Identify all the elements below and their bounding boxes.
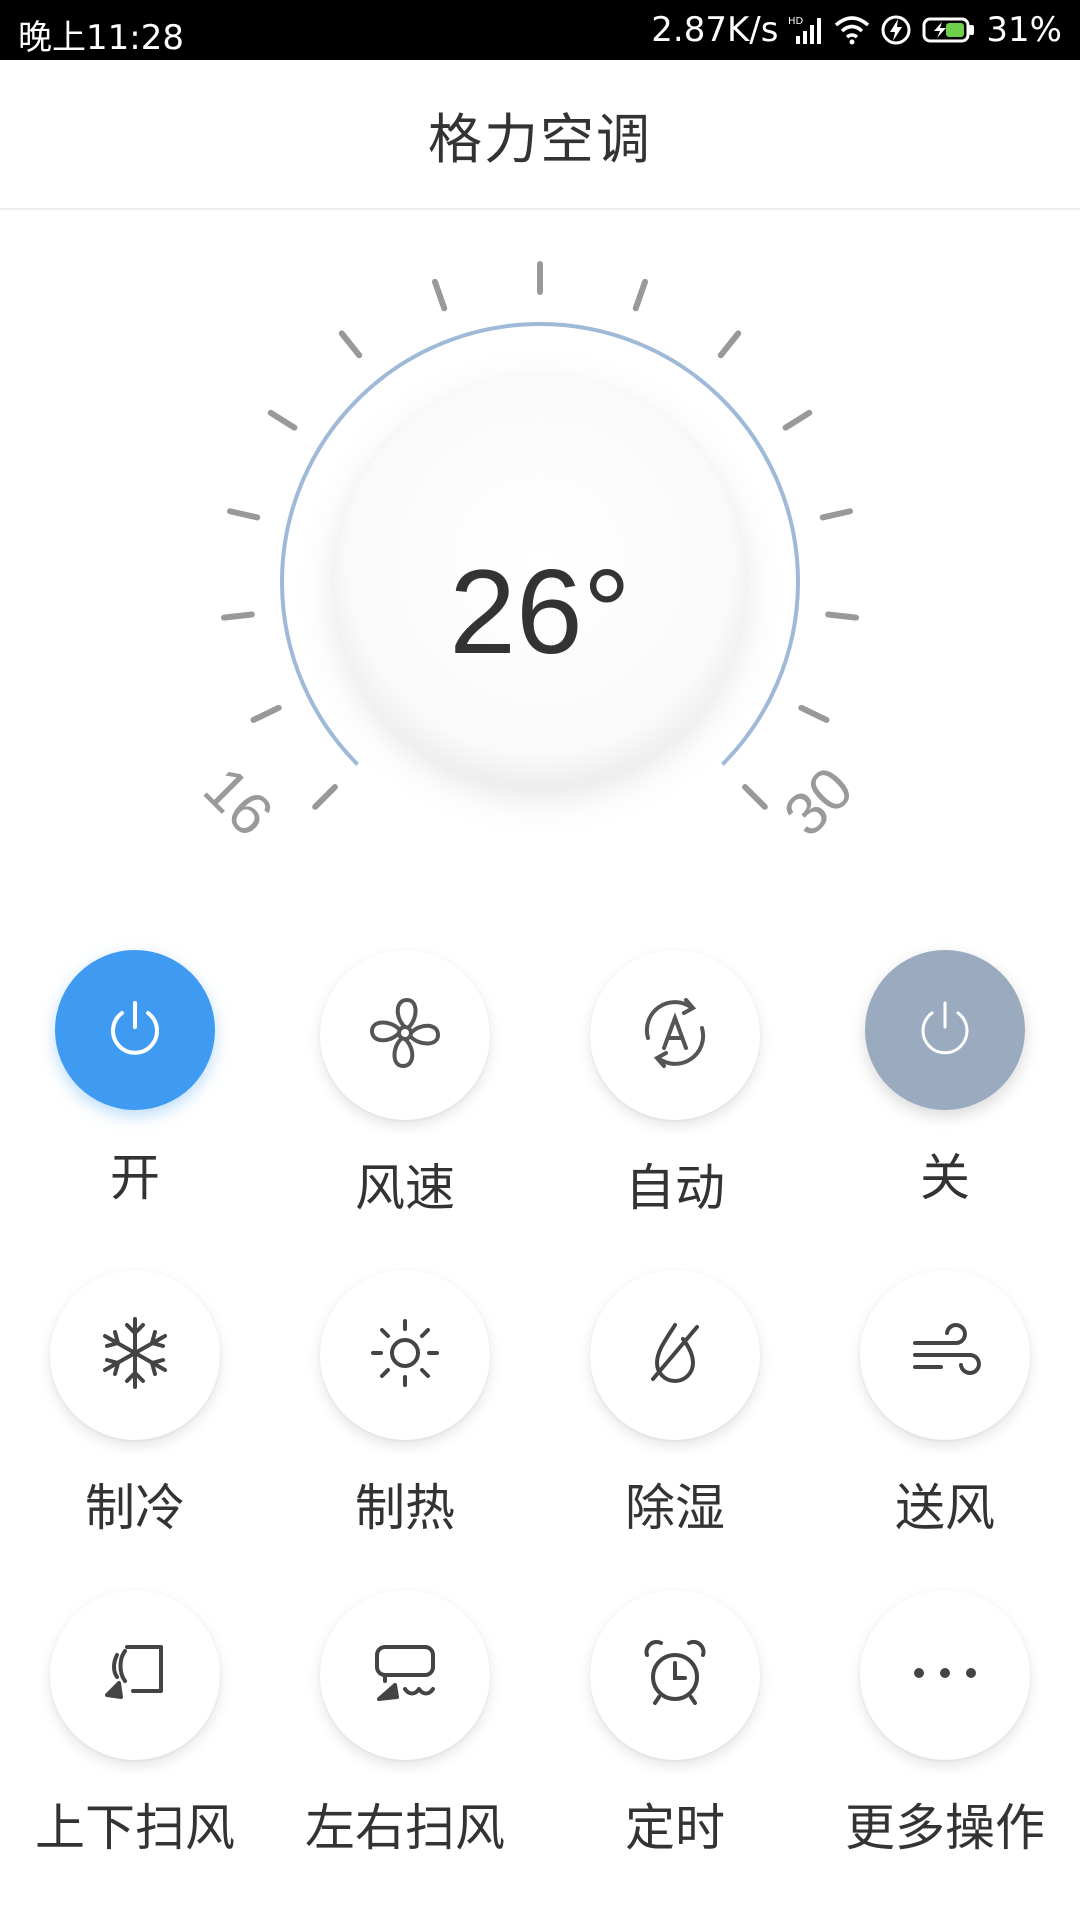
- horizontal-swing-circle: [320, 1590, 490, 1760]
- dial-tick: [431, 278, 448, 312]
- timer-circle: [590, 1590, 760, 1760]
- remote-control-screen: 晚上11:28 2.87K/s HD 31% 格力空调 26° 16 30 开 …: [0, 0, 1080, 1920]
- more-actions-button[interactable]: 更多操作: [810, 1590, 1080, 1890]
- dehumidify-circle: [590, 1270, 760, 1440]
- auto-label: 自动: [625, 1159, 725, 1217]
- more-actions-circle: [860, 1590, 1030, 1760]
- timer-button[interactable]: 定时: [540, 1590, 810, 1890]
- vertical-swing-button[interactable]: 上下扫风: [0, 1590, 270, 1890]
- fan-speed-label: 风速: [355, 1159, 455, 1217]
- title-bar: 格力空调: [0, 60, 1080, 210]
- power-on-label: 开: [110, 1149, 160, 1207]
- heat-mode-button[interactable]: 制热: [270, 1270, 540, 1570]
- alarm-clock-icon: [635, 1633, 715, 1717]
- auto-mode-icon: [630, 988, 720, 1082]
- vertical-swing-icon: [95, 1633, 175, 1717]
- heat-mode-circle: [320, 1270, 490, 1440]
- wifi-icon: [834, 15, 870, 45]
- dial-tick: [819, 508, 854, 521]
- dial-tick: [632, 278, 649, 312]
- fan-mode-button[interactable]: 送风: [810, 1270, 1080, 1570]
- horizontal-swing-icon: [365, 1633, 445, 1717]
- power-icon: [910, 993, 980, 1067]
- more-icon: [905, 1663, 985, 1687]
- battery-icon: [922, 16, 976, 44]
- fan-icon: [360, 988, 450, 1082]
- dial-tick: [825, 611, 860, 621]
- status-time: 晚上11:28: [18, 18, 184, 58]
- dial-tick: [742, 784, 768, 810]
- dial-tick: [798, 704, 830, 723]
- fan-mode-label: 送风: [895, 1479, 995, 1537]
- dial-tick: [717, 330, 742, 359]
- cool-mode-circle: [50, 1270, 220, 1440]
- charging-icon: [880, 14, 912, 46]
- temperature-dial[interactable]: 26° 16 30: [0, 212, 1080, 912]
- battery-percent: 31%: [986, 10, 1062, 50]
- page-title: 格力空调: [428, 107, 652, 171]
- temperature-value: 26°: [449, 545, 631, 679]
- power-on-circle: [55, 950, 215, 1110]
- status-right: 2.87K/s HD 31%: [651, 8, 1062, 52]
- horizontal-swing-label: 左右扫风: [305, 1799, 505, 1857]
- svg-text:HD: HD: [788, 16, 804, 27]
- vertical-swing-circle: [50, 1590, 220, 1760]
- cool-mode-button[interactable]: 制冷: [0, 1270, 270, 1570]
- status-bar: 晚上11:28 2.87K/s HD 31%: [0, 0, 1080, 60]
- power-icon: [100, 993, 170, 1067]
- timer-label: 定时: [625, 1799, 725, 1857]
- auto-circle: [590, 950, 760, 1120]
- fan-mode-circle: [860, 1270, 1030, 1440]
- more-actions-label: 更多操作: [845, 1799, 1045, 1857]
- sun-icon: [365, 1313, 445, 1397]
- power-off-label: 关: [920, 1149, 970, 1207]
- power-on-button[interactable]: 开: [0, 950, 270, 1250]
- dial-tick: [250, 704, 282, 723]
- dial-tick: [226, 508, 261, 521]
- hd-signal-icon: HD: [788, 14, 824, 46]
- dial-tick: [338, 330, 363, 359]
- dehumidify-button[interactable]: 除湿: [540, 1270, 810, 1570]
- dehumidify-icon: [635, 1313, 715, 1397]
- vertical-swing-label: 上下扫风: [35, 1799, 235, 1857]
- dial-tick: [267, 409, 298, 431]
- power-off-circle: [865, 950, 1025, 1110]
- wind-icon: [905, 1313, 985, 1397]
- control-grid: 开 风速 自动 关 制冷 制热 除湿 送风 上下扫风 左右扫风 定时 更多操作: [0, 950, 1080, 1920]
- horizontal-swing-button[interactable]: 左右扫风: [270, 1590, 540, 1890]
- dial-tick: [312, 784, 338, 810]
- snowflake-icon: [95, 1313, 175, 1397]
- dial-tick: [782, 409, 813, 431]
- cool-mode-label: 制冷: [85, 1479, 185, 1537]
- auto-button[interactable]: 自动: [540, 950, 810, 1250]
- dehumidify-label: 除湿: [625, 1479, 725, 1537]
- net-speed: 2.87K/s: [651, 10, 779, 50]
- fan-speed-button[interactable]: 风速: [270, 950, 540, 1250]
- power-off-button[interactable]: 关: [810, 950, 1080, 1250]
- dial-tick: [220, 611, 255, 621]
- fan-speed-circle: [320, 950, 490, 1120]
- heat-mode-label: 制热: [355, 1479, 455, 1537]
